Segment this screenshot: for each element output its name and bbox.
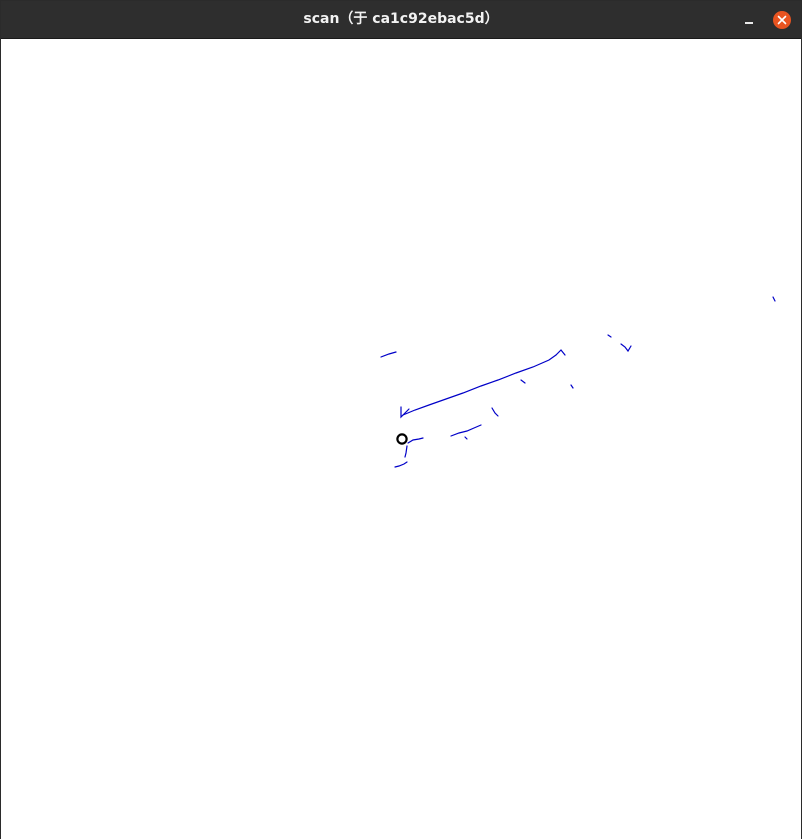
- laser-scan-points: [380, 296, 776, 468]
- app-window: scan（于 ca1c92ebac5d）: [0, 0, 802, 839]
- title-bar[interactable]: scan（于 ca1c92ebac5d）: [1, 1, 801, 39]
- minimize-icon[interactable]: [739, 10, 759, 30]
- scan-segment-near-robot-3: [394, 461, 408, 468]
- scan-segment-corner: [555, 349, 566, 356]
- close-icon[interactable]: [773, 11, 791, 29]
- scan-plot: [380, 296, 776, 468]
- scan-segment-right-small-1: [491, 407, 499, 417]
- scan-segment-right-small-3: [570, 384, 574, 389]
- scan-segment-main-wall: [402, 354, 557, 416]
- robot-position-marker: [396, 433, 408, 445]
- scan-segment-lower-middle: [450, 424, 482, 437]
- scan-segment-far-right-1: [607, 334, 612, 338]
- scan-segment-far-right-2: [620, 343, 632, 353]
- scan-segment-near-robot-1: [407, 437, 424, 444]
- scan-segment-near-robot-2: [404, 445, 408, 458]
- scan-canvas[interactable]: [1, 39, 801, 839]
- scan-segment-left-corner: [400, 406, 410, 419]
- scan-segment-lower-dots: [464, 436, 468, 440]
- scan-segment-right-small-2: [520, 379, 526, 384]
- window-title: scan（于 ca1c92ebac5d）: [303, 11, 499, 27]
- scan-segment-edge: [772, 296, 776, 302]
- scan-segment-upper-left: [380, 351, 397, 358]
